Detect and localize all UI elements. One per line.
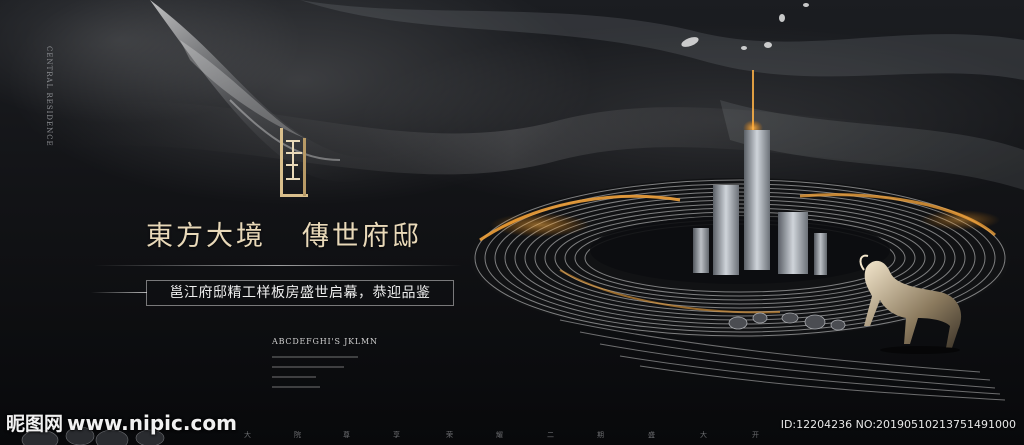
headline-left: 東方大境 xyxy=(146,221,266,252)
logo-emblem-icon xyxy=(280,128,308,197)
poster-canvas: CENTRAL RESIDENCE 東方大境 傳世府邸 邕江府邸精工样板房盛世启幕… xyxy=(0,0,1024,445)
bottom-char: 二 xyxy=(547,431,554,439)
subtitle-box: 邕江府邸精工样板房盛世启幕，恭迎品鉴 xyxy=(91,280,454,306)
watermark-brand-name: 昵图网 xyxy=(6,413,64,435)
bottom-char: 大 xyxy=(700,431,707,439)
bottom-char: 大 xyxy=(244,431,251,439)
watermark-url: www.nipic.com xyxy=(67,411,237,435)
subtitle-leader-line xyxy=(91,292,147,293)
bottom-char: 院 xyxy=(294,431,301,439)
watermark-brand: 昵图网 www.nipic.com xyxy=(6,409,237,436)
divider-line xyxy=(94,265,462,266)
subtitle-text: 邕江府邸精工样板房盛世启幕，恭迎品鉴 xyxy=(169,285,431,301)
bottom-char: 期 xyxy=(597,431,604,439)
headline: 東方大境 傳世府邸 xyxy=(146,214,422,253)
placeholder-text-line xyxy=(272,386,320,388)
placeholder-text-line xyxy=(272,376,316,378)
abc-line: ABCDEFGHI'S JKLMN xyxy=(272,337,378,346)
vertical-brand-text: CENTRAL RESIDENCE xyxy=(45,46,53,147)
bottom-char: 盛 xyxy=(648,431,655,439)
swirl-platform-graphic xyxy=(470,178,1010,401)
headline-right: 傳世府邸 xyxy=(302,221,422,252)
watermark-id: ID:12204236 NO:20190510213751491000 xyxy=(780,418,1016,431)
bottom-char: 荣 xyxy=(446,431,453,439)
bottom-char: 享 xyxy=(393,431,400,439)
bottom-char: 尊 xyxy=(343,431,350,439)
bottom-char: 开 xyxy=(752,431,759,439)
bottom-char: 耀 xyxy=(496,431,503,439)
placeholder-text-line xyxy=(272,356,358,358)
placeholder-text-line xyxy=(272,366,344,368)
skyline-graphic xyxy=(693,70,827,275)
